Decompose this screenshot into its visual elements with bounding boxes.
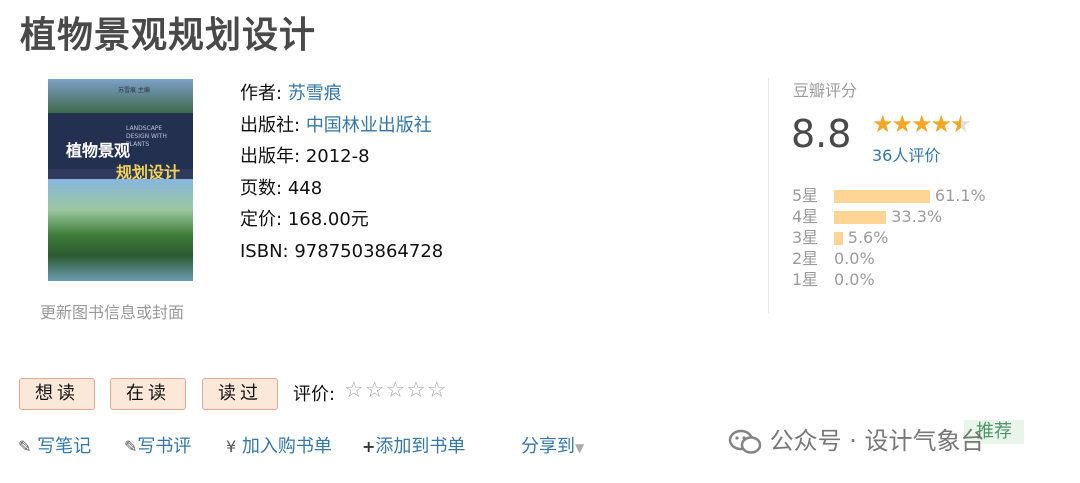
meta-publisher-row: 出版社: 中国林业出版社 [240, 110, 443, 142]
dist-label: 1星 [792, 270, 819, 289]
meta-pages-row: 页数: 448 [240, 173, 443, 205]
book-meta: 作者: 苏雪痕 出版社: 中国林业出版社 出版年: 2012-8 页数: 448… [240, 78, 443, 268]
watermark: 公众号 · 设计气象台 [728, 421, 985, 456]
yen-icon: ¥ [226, 437, 237, 456]
dist-row-2: 2星 0.0% [792, 248, 986, 269]
dist-row-5: 5星 61.1% [792, 185, 986, 206]
publisher-link[interactable]: 中国林业出版社 [306, 115, 432, 136]
star-full-icon: ★ [930, 110, 952, 138]
rating-stars: ★★★★★ [872, 110, 972, 138]
book-title: 植物景观规划设计 [20, 15, 317, 56]
isbn-value: 9787503864728 [294, 240, 444, 262]
year-value: 2012-8 [305, 146, 370, 168]
dist-label: 5星 [792, 186, 819, 205]
pencil-icon: ✎ [124, 437, 138, 456]
dist-row-4: 4星 33.3% [792, 206, 986, 227]
dist-row-3: 3星 5.6% [792, 227, 986, 248]
reading-button[interactable]: 在读 [110, 378, 186, 410]
meta-author-row: 作者: 苏雪痕 [240, 78, 443, 110]
publisher-label: 出版社: [240, 114, 301, 136]
author-label: 作者: [240, 83, 283, 104]
watermark-text: 公众号 · 设计气象台 [769, 427, 985, 455]
dist-bar [834, 190, 930, 203]
dist-label: 2星 [792, 249, 819, 268]
cover-small-text: 苏雪痕 主编 [118, 87, 150, 94]
evaluate-label: 评价: [293, 384, 336, 405]
add-to-list-label[interactable]: 添加到书单 [375, 436, 465, 457]
price-value: 168.00元 [287, 209, 369, 231]
dist-percent: 5.6% [847, 228, 889, 247]
add-to-cart-label[interactable]: 加入购书单 [242, 436, 332, 457]
dist-percent: 0.0% [834, 270, 875, 289]
wechat-icon [728, 429, 762, 454]
add-to-list-action[interactable]: +添加到书单 [362, 432, 465, 458]
price-label: 定价: [240, 209, 283, 231]
rating-count-link[interactable]: 36人评价 [872, 142, 940, 166]
star-full-icon: ★ [872, 110, 893, 138]
cover-title-line1: 植物景观 [66, 141, 131, 160]
section-divider [768, 78, 769, 313]
rating-label: 豆瓣评分 [793, 81, 858, 100]
write-note-label[interactable]: 写笔记 [37, 436, 91, 457]
dist-percent: 0.0% [834, 249, 875, 268]
star-full-icon: ★ [891, 110, 913, 138]
cover-english-text: LANDSCAPE DESIGN WITH PLANTS [126, 125, 167, 148]
year-label: 出版年: [240, 146, 301, 168]
write-note-action[interactable]: ✎ 写笔记 [18, 432, 91, 458]
book-cover[interactable]: 苏雪痕 主编 LANDSCAPE DESIGN WITH PLANTS 植物景观… [48, 79, 193, 281]
dist-label: 4星 [792, 207, 819, 226]
star-half-icon: ★ [950, 112, 971, 136]
evaluate-stars[interactable]: ☆☆☆☆☆ [344, 378, 448, 403]
share-action[interactable]: 分享到▼ [521, 432, 584, 458]
update-info-link[interactable]: 更新图书信息或封面 [40, 299, 184, 323]
isbn-label: ISBN: [240, 240, 289, 262]
share-label[interactable]: 分享到 [521, 436, 575, 457]
cover-garden-photo [48, 179, 193, 281]
caret-down-icon: ▼ [575, 441, 585, 455]
pages-value: 448 [287, 177, 323, 199]
have-read-button[interactable]: 读过 [202, 378, 278, 410]
write-review-label[interactable]: 写书评 [137, 436, 191, 457]
dist-bar [834, 232, 843, 245]
add-to-cart-action[interactable]: ¥ 加入购书单 [226, 432, 332, 458]
write-review-action[interactable]: ✎写书评 [124, 432, 191, 458]
meta-price-row: 定价: 168.00元 [240, 204, 443, 236]
dist-percent: 61.1% [934, 186, 986, 205]
dist-percent: 33.3% [891, 207, 943, 226]
dist-row-1: 1星 0.0% [792, 269, 986, 290]
dist-bar [834, 211, 887, 224]
pages-label: 页数: [240, 177, 283, 199]
pencil-icon: ✎ [18, 437, 32, 456]
rating-distribution: 5星 61.1% 4星 33.3% 3星 5.6% 2星 0.0% 1星 0.0% [792, 185, 986, 290]
author-link[interactable]: 苏雪痕 [288, 83, 342, 104]
plus-icon: + [362, 437, 376, 456]
meta-year-row: 出版年: 2012-8 [240, 141, 443, 173]
star-full-icon: ★ [911, 110, 932, 138]
meta-isbn-row: ISBN: 9787503864728 [240, 236, 443, 268]
dist-label: 3星 [792, 228, 819, 247]
rating-score: 8.8 [791, 112, 852, 156]
want-to-read-button[interactable]: 想读 [19, 378, 95, 410]
